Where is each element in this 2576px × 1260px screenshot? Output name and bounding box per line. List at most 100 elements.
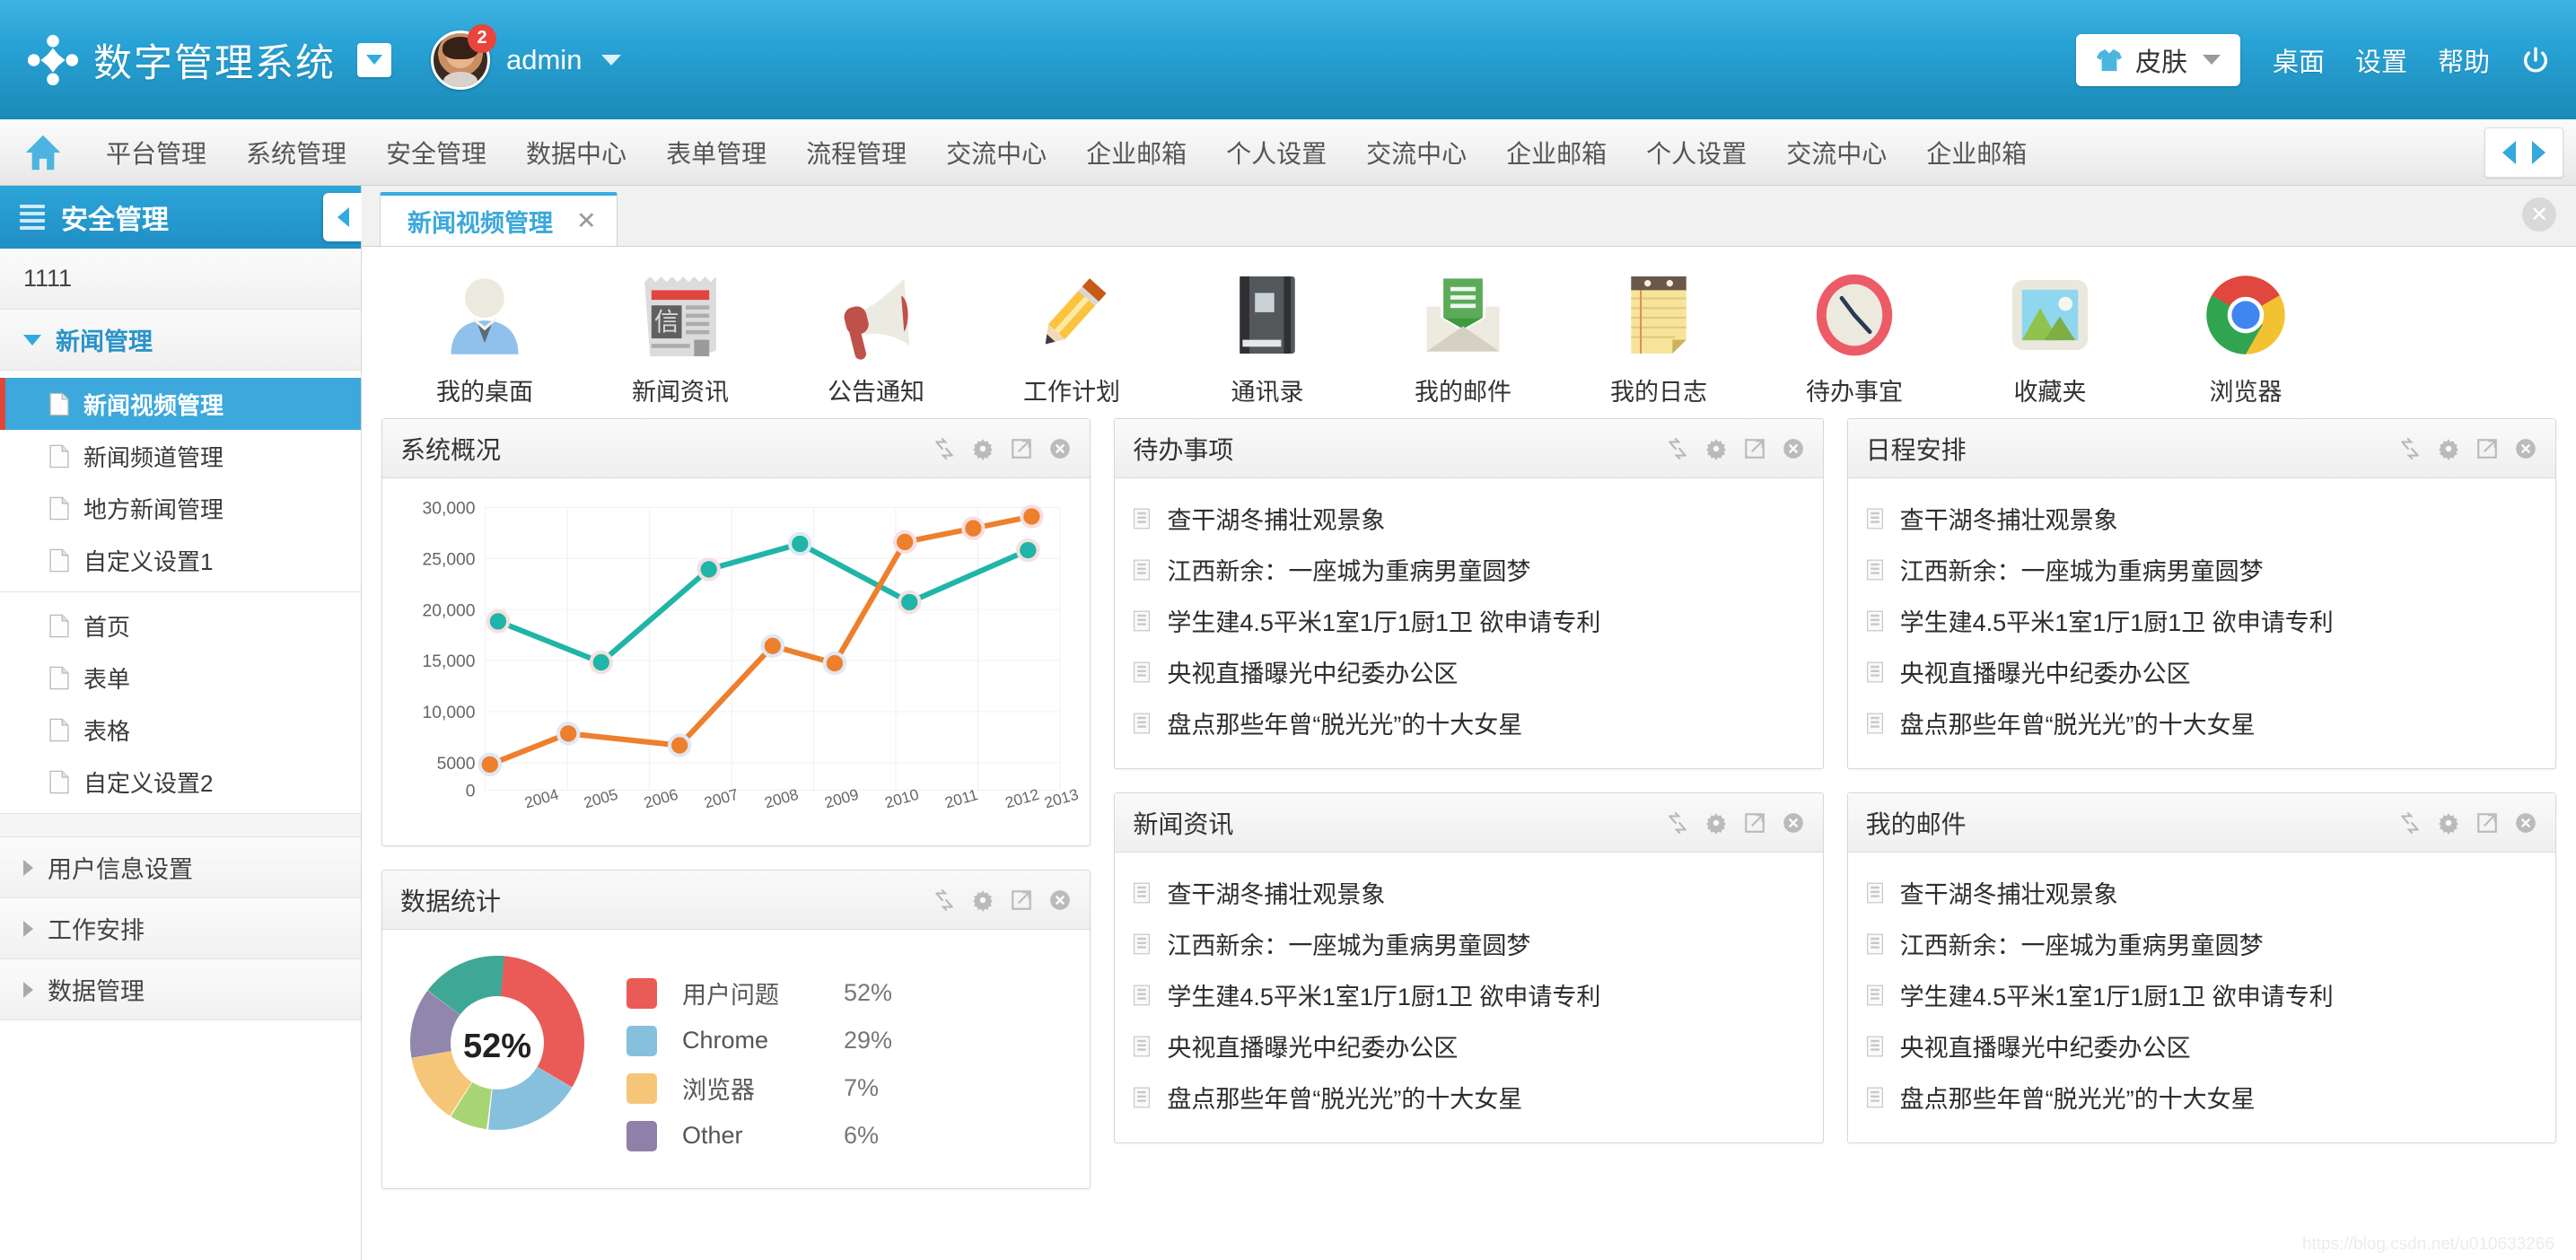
list-item[interactable]: 学生建4.5平米1室1厅1厨1卫 欲申请专利: [1133, 969, 1804, 1020]
external-link-icon[interactable]: [1743, 811, 1766, 835]
list-item[interactable]: 盘点那些年曾“脱光光”的十大女星: [1866, 1072, 2537, 1123]
shortcut-announcement[interactable]: 公告通知: [778, 267, 974, 407]
refresh-icon[interactable]: [1666, 811, 1689, 835]
sidebar-group-data-management[interactable]: 数据管理: [0, 959, 361, 1020]
nav-item-2[interactable]: 安全管理: [366, 135, 506, 171]
nav-item-13[interactable]: 企业邮箱: [1906, 135, 2046, 171]
close-circle-icon[interactable]: [1782, 437, 1805, 460]
list-item[interactable]: 央视直播曝光中纪委办公区: [1866, 646, 2537, 697]
sidebar-group-work-schedule[interactable]: 工作安排: [0, 898, 361, 959]
nav-item-4[interactable]: 表单管理: [646, 135, 786, 171]
legend-item[interactable]: Other 6%: [626, 1112, 892, 1159]
brand-dropdown-toggle[interactable]: [357, 43, 391, 77]
list-item[interactable]: 央视直播曝光中纪委办公区: [1133, 646, 1804, 697]
list-item[interactable]: 江西新余：一座城为重病男童圆梦: [1866, 918, 2537, 969]
nav-item-5[interactable]: 流程管理: [786, 135, 926, 171]
chevron-right-icon[interactable]: [2532, 141, 2545, 164]
nav-item-6[interactable]: 交流中心: [926, 135, 1066, 171]
legend-item[interactable]: Chrome 29%: [626, 1017, 892, 1064]
sidebar-item-news-video[interactable]: 新闻视频管理: [0, 378, 361, 430]
shortcut-my-mail[interactable]: 我的邮件: [1365, 267, 1561, 407]
close-circle-icon[interactable]: [2514, 811, 2537, 835]
nav-item-12[interactable]: 交流中心: [1766, 135, 1906, 171]
legend-item[interactable]: 用户问题 52%: [626, 969, 892, 1017]
sidebar-item-1111[interactable]: 1111: [0, 249, 361, 310]
external-link-icon[interactable]: [1743, 437, 1766, 460]
sidebar-item-custom-1[interactable]: 自定义设置1: [0, 534, 361, 586]
gear-icon[interactable]: [1704, 437, 1728, 460]
list-item[interactable]: 学生建4.5平米1室1厅1厨1卫 欲申请专利: [1133, 595, 1804, 646]
refresh-icon[interactable]: [2398, 437, 2422, 460]
list-item[interactable]: 查干湖冬捕壮观景象: [1866, 867, 2537, 918]
gear-icon[interactable]: [971, 888, 994, 912]
list-item[interactable]: 江西新余：一座城为重病男童圆梦: [1133, 544, 1804, 595]
nav-item-7[interactable]: 企业邮箱: [1066, 135, 1206, 171]
list-item[interactable]: 查干湖冬捕壮观景象: [1133, 867, 1804, 918]
nav-item-11[interactable]: 个人设置: [1626, 135, 1766, 171]
nav-item-0[interactable]: 平台管理: [86, 135, 226, 171]
close-circle-icon[interactable]: [1048, 437, 1072, 460]
list-item[interactable]: 学生建4.5平米1室1厅1厨1卫 欲申请专利: [1866, 969, 2537, 1020]
list-item[interactable]: 盘点那些年曾“脱光光”的十大女星: [1133, 697, 1804, 748]
gear-icon[interactable]: [2437, 437, 2460, 460]
list-item[interactable]: 查干湖冬捕壮观景象: [1866, 493, 2537, 544]
list-item[interactable]: 央视直播曝光中纪委办公区: [1133, 1020, 1804, 1072]
close-circle-icon[interactable]: [1048, 888, 1072, 912]
tab-news-video-management[interactable]: 新闻视频管理 ✕: [380, 192, 618, 246]
shortcut-news[interactable]: 信 新闻资讯: [583, 267, 778, 407]
refresh-icon[interactable]: [933, 437, 956, 460]
sidebar-item-custom-2[interactable]: 自定义设置2: [0, 756, 361, 808]
list-item[interactable]: 央视直播曝光中纪委办公区: [1866, 1020, 2537, 1072]
top-link-help[interactable]: 帮助: [2438, 41, 2490, 79]
list-item[interactable]: 查干湖冬捕壮观景象: [1133, 493, 1804, 544]
shortcut-todo[interactable]: 待办事宜: [1757, 267, 1952, 407]
sidebar-item-local-news[interactable]: 地方新闻管理: [0, 482, 361, 534]
list-item[interactable]: 盘点那些年曾“脱光光”的十大女星: [1133, 1072, 1804, 1123]
nav-item-10[interactable]: 企业邮箱: [1486, 135, 1626, 171]
avatar-wrap[interactable]: 2: [431, 31, 490, 90]
external-link-icon[interactable]: [2475, 811, 2499, 835]
top-link-settings[interactable]: 设置: [2355, 41, 2407, 79]
nav-item-9[interactable]: 交流中心: [1346, 135, 1486, 171]
shortcut-work-plan[interactable]: 工作计划: [974, 267, 1170, 407]
sidebar-group-news[interactable]: 新闻管理: [0, 310, 361, 371]
gear-icon[interactable]: [2437, 811, 2460, 835]
list-item[interactable]: 学生建4.5平米1室1厅1厨1卫 欲申请专利: [1866, 595, 2537, 646]
notification-badge[interactable]: 2: [468, 24, 496, 53]
power-icon[interactable]: [2520, 45, 2551, 75]
chevron-left-icon[interactable]: [2502, 141, 2516, 164]
close-icon[interactable]: ✕: [576, 207, 597, 235]
top-link-desktop[interactable]: 桌面: [2273, 41, 2325, 79]
sidebar-item-news-channel[interactable]: 新闻频道管理: [0, 430, 361, 482]
close-circle-icon[interactable]: ✕: [2522, 197, 2556, 232]
nav-item-1[interactable]: 系统管理: [226, 135, 366, 171]
close-circle-icon[interactable]: [2514, 437, 2537, 460]
user-menu[interactable]: 2 admin: [431, 31, 621, 90]
list-item[interactable]: 盘点那些年曾“脱光光”的十大女星: [1866, 697, 2537, 748]
nav-home-button[interactable]: [0, 133, 86, 172]
list-item[interactable]: 江西新余：一座城为重病男童圆梦: [1133, 918, 1804, 969]
gear-icon[interactable]: [971, 437, 994, 460]
shortcut-my-log[interactable]: 我的日志: [1561, 267, 1757, 407]
sidebar-item-form[interactable]: 表单: [0, 652, 361, 704]
nav-item-8[interactable]: 个人设置: [1206, 135, 1346, 171]
sidebar-group-user-info[interactable]: 用户信息设置: [0, 837, 361, 898]
shortcut-favorites[interactable]: 收藏夹: [1952, 267, 2148, 407]
refresh-icon[interactable]: [933, 888, 956, 912]
close-circle-icon[interactable]: [1782, 811, 1805, 835]
nav-item-3[interactable]: 数据中心: [506, 135, 646, 171]
list-item[interactable]: 江西新余：一座城为重病男童圆梦: [1866, 544, 2537, 595]
external-link-icon[interactable]: [2475, 437, 2499, 460]
gear-icon[interactable]: [1704, 811, 1728, 835]
skin-button[interactable]: 皮肤: [2076, 34, 2240, 86]
refresh-icon[interactable]: [2398, 811, 2422, 835]
shortcut-browser[interactable]: 浏览器: [2148, 267, 2344, 407]
legend-item[interactable]: 浏览器 7%: [626, 1064, 892, 1112]
shortcut-contacts[interactable]: 通讯录: [1170, 267, 1365, 407]
sidebar-item-table[interactable]: 表格: [0, 704, 361, 756]
external-link-icon[interactable]: [1010, 888, 1033, 912]
shortcut-my-desktop[interactable]: 我的桌面: [387, 267, 583, 407]
sidebar-item-home[interactable]: 首页: [0, 599, 361, 652]
external-link-icon[interactable]: [1010, 437, 1033, 460]
sidebar-collapse-button[interactable]: [323, 193, 363, 241]
